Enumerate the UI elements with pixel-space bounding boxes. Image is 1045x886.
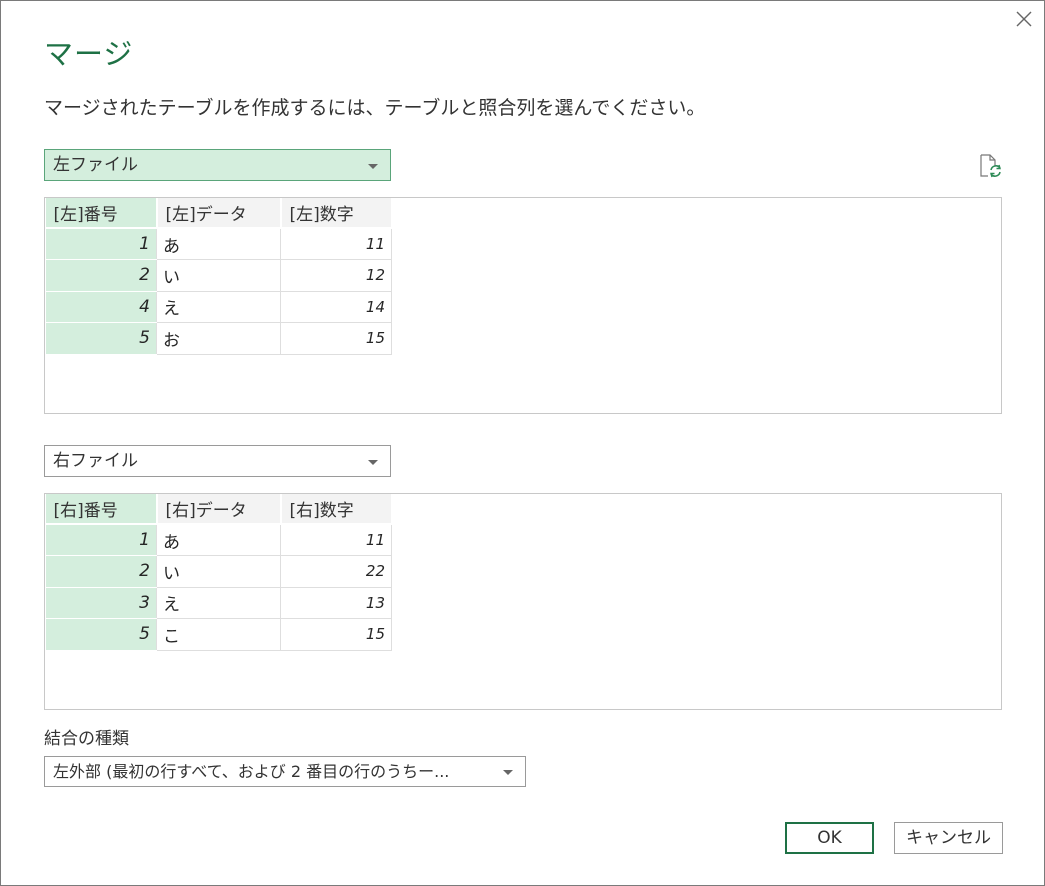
table-row: 5 お 15 bbox=[45, 322, 392, 355]
table-cell: お bbox=[156, 322, 281, 355]
right-table-dropdown-value: 右ファイル bbox=[53, 451, 138, 471]
close-icon bbox=[1016, 11, 1032, 27]
close-button[interactable] bbox=[1013, 8, 1035, 30]
table-cell: あ bbox=[156, 227, 281, 260]
table-row: 1 あ 11 bbox=[45, 227, 392, 260]
left-preview-table: [左]番号 [左]データ [左]数字 1 あ 11 2 い 12 4 え 14 … bbox=[45, 198, 393, 355]
right-column-header-value[interactable]: [右]数字 bbox=[280, 494, 393, 525]
chevron-down-icon bbox=[503, 770, 513, 775]
table-header-row: [右]番号 [右]データ [右]数字 bbox=[45, 494, 393, 525]
right-table-preview: [右]番号 [右]データ [右]数字 1 あ 11 2 い 22 3 え 13 … bbox=[44, 493, 1002, 710]
table-cell: 13 bbox=[280, 586, 392, 619]
table-cell: 5 bbox=[45, 322, 157, 355]
right-table-dropdown[interactable]: 右ファイル bbox=[44, 445, 391, 477]
cancel-button[interactable]: キャンセル bbox=[894, 822, 1003, 854]
table-cell: 1 bbox=[45, 227, 157, 260]
table-cell: 1 bbox=[45, 523, 157, 556]
table-cell: 2 bbox=[45, 555, 157, 588]
table-cell: 3 bbox=[45, 586, 157, 619]
table-row: 2 い 22 bbox=[45, 555, 392, 588]
table-row: 4 え 14 bbox=[45, 290, 392, 323]
table-cell: 15 bbox=[280, 618, 392, 651]
table-cell: こ bbox=[156, 618, 281, 651]
left-column-header-data[interactable]: [左]データ bbox=[156, 198, 282, 229]
chevron-down-icon bbox=[368, 164, 378, 169]
table-cell: 2 bbox=[45, 259, 157, 292]
table-row: 3 え 13 bbox=[45, 586, 392, 619]
dialog-description: マージされたテーブルを作成するには、テーブルと照合列を選んでください。 bbox=[44, 97, 706, 119]
left-table-dropdown-value: 左ファイル bbox=[53, 155, 138, 175]
table-cell: い bbox=[156, 259, 281, 292]
dialog-title: マージ bbox=[44, 37, 134, 71]
merge-dialog: マージ マージされたテーブルを作成するには、テーブルと照合列を選んでください。 … bbox=[0, 0, 1045, 886]
table-cell: 14 bbox=[280, 290, 392, 323]
table-row: 2 い 12 bbox=[45, 259, 392, 292]
table-cell: 12 bbox=[280, 259, 392, 292]
table-cell: 5 bbox=[45, 618, 157, 651]
table-cell: 4 bbox=[45, 290, 157, 323]
table-row: 1 あ 11 bbox=[45, 523, 392, 556]
join-kind-label: 結合の種類 bbox=[44, 729, 129, 749]
chevron-down-icon bbox=[368, 460, 378, 465]
left-column-header-number[interactable]: [左]番号 bbox=[45, 198, 158, 229]
left-table-dropdown[interactable]: 左ファイル bbox=[44, 149, 391, 181]
right-column-header-number[interactable]: [右]番号 bbox=[45, 494, 158, 525]
left-table-preview: [左]番号 [左]データ [左]数字 1 あ 11 2 い 12 4 え 14 … bbox=[44, 197, 1002, 414]
left-column-header-value[interactable]: [左]数字 bbox=[280, 198, 393, 229]
table-cell: 15 bbox=[280, 322, 392, 355]
table-cell: あ bbox=[156, 523, 281, 556]
ok-button[interactable]: OK bbox=[785, 822, 874, 854]
table-cell: い bbox=[156, 555, 281, 588]
join-kind-dropdown[interactable]: 左外部 (最初の行すべて、および 2 番目の行のうちー... bbox=[44, 756, 526, 787]
join-kind-dropdown-value: 左外部 (最初の行すべて、および 2 番目の行のうちー... bbox=[53, 762, 450, 781]
table-cell: 22 bbox=[280, 555, 392, 588]
table-cell: 11 bbox=[280, 227, 392, 260]
table-cell: え bbox=[156, 290, 281, 323]
refresh-preview-icon bbox=[980, 154, 1001, 178]
table-header-row: [左]番号 [左]データ [左]数字 bbox=[45, 198, 393, 229]
refresh-preview-button[interactable] bbox=[977, 153, 1003, 179]
right-preview-table: [右]番号 [右]データ [右]数字 1 あ 11 2 い 22 3 え 13 … bbox=[45, 494, 393, 651]
table-cell: え bbox=[156, 586, 281, 619]
table-cell: 11 bbox=[280, 523, 392, 556]
right-column-header-data[interactable]: [右]データ bbox=[156, 494, 282, 525]
table-row: 5 こ 15 bbox=[45, 618, 392, 651]
